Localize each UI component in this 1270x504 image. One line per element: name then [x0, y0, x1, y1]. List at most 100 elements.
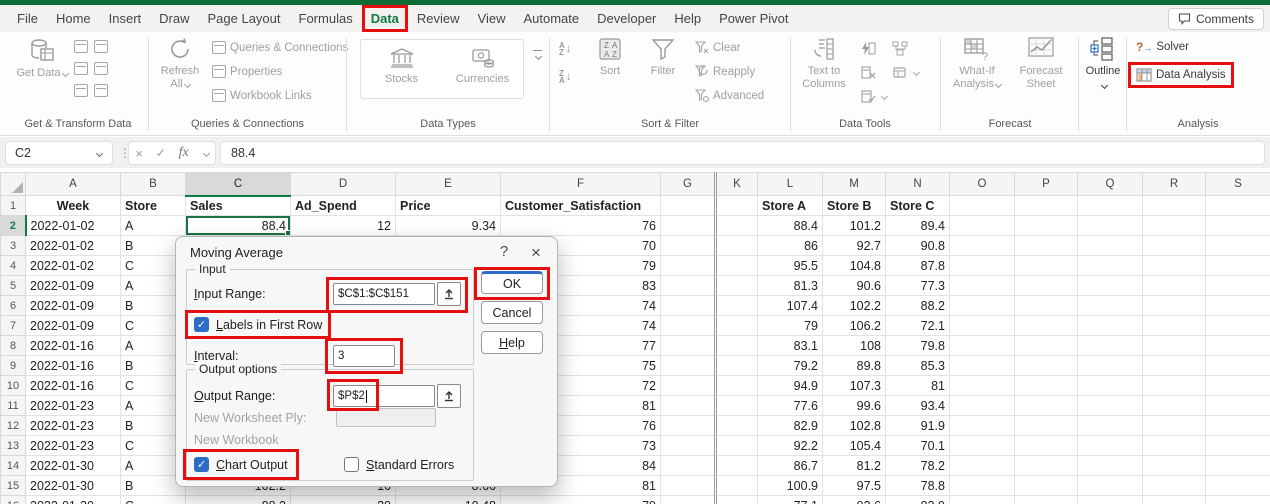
grid-cell[interactable]: 9.34	[395, 215, 501, 236]
grid-cell[interactable]	[949, 455, 1015, 476]
grid-cell[interactable]: 79	[757, 315, 823, 336]
grid-cell[interactable]	[1014, 315, 1078, 336]
grid-cell[interactable]: 72.1	[885, 315, 950, 336]
row-header-11[interactable]: 11	[0, 395, 26, 416]
grid-cell[interactable]	[949, 495, 1015, 504]
grid-cell[interactable]	[660, 495, 716, 504]
grid-cell[interactable]	[714, 195, 758, 216]
row-header-10[interactable]: 10	[0, 375, 26, 396]
grid-cell[interactable]: 79.2	[757, 355, 823, 376]
grid-cell[interactable]	[1205, 235, 1270, 256]
grid-cell[interactable]: 85.3	[885, 355, 950, 376]
grid-cell[interactable]: 83.1	[757, 335, 823, 356]
column-header-E[interactable]: E	[395, 172, 501, 196]
tab-automate[interactable]: Automate	[514, 5, 588, 32]
sort-button[interactable]: ZAAZ Sort	[587, 36, 633, 78]
from-web-icon[interactable]	[74, 62, 88, 75]
grid-cell[interactable]: 89.8	[822, 355, 886, 376]
grid-cell[interactable]	[660, 315, 716, 336]
grid-cell[interactable]: 78.8	[885, 475, 950, 496]
tab-data[interactable]: Data	[361, 5, 408, 32]
standard-errors-checkbox[interactable]: Standard Errors	[344, 457, 454, 472]
grid-cell[interactable]: 93.4	[885, 395, 950, 416]
grid-cell[interactable]	[1205, 415, 1270, 436]
tab-page-layout[interactable]: Page Layout	[199, 5, 290, 32]
grid-cell[interactable]: 81	[885, 375, 950, 396]
grid-cell[interactable]: 78.2	[885, 455, 950, 476]
grid-cell[interactable]: 79	[500, 495, 661, 504]
tab-review[interactable]: Review	[408, 5, 469, 32]
grid-cell[interactable]	[1077, 255, 1143, 276]
grid-cell[interactable]	[1014, 395, 1078, 416]
column-header-N[interactable]: N	[885, 172, 950, 196]
grid-cell[interactable]	[1142, 455, 1206, 476]
grid-cell[interactable]	[949, 215, 1015, 236]
grid-cell[interactable]: 2022-01-09	[25, 315, 121, 336]
grid-cell[interactable]: 99.6	[822, 395, 886, 416]
grid-cell[interactable]: 2022-01-23	[25, 415, 121, 436]
grid-cell[interactable]: 108	[822, 335, 886, 356]
grid-cell[interactable]	[1142, 255, 1206, 276]
grid-cell[interactable]: 2022-01-23	[25, 435, 121, 456]
grid-cell[interactable]	[714, 315, 758, 336]
grid-cell[interactable]	[1014, 415, 1078, 436]
grid-cell[interactable]	[949, 475, 1015, 496]
grid-cell[interactable]	[1014, 235, 1078, 256]
grid-cell[interactable]	[1077, 415, 1143, 436]
interval-field[interactable]: 3	[333, 345, 395, 367]
grid-cell[interactable]	[949, 375, 1015, 396]
grid-cell[interactable]: 100.9	[757, 475, 823, 496]
grid-cell[interactable]: Store C	[885, 195, 950, 216]
grid-cell[interactable]: 102.8	[822, 415, 886, 436]
outline-button[interactable]: Outline	[1077, 36, 1129, 92]
column-header-Q[interactable]: Q	[1077, 172, 1143, 196]
column-header-O[interactable]: O	[949, 172, 1015, 196]
grid-cell[interactable]	[1014, 435, 1078, 456]
grid-cell[interactable]: 88.2	[885, 295, 950, 316]
grid-cell[interactable]	[1142, 335, 1206, 356]
grid-cell[interactable]	[714, 475, 758, 496]
grid-cell[interactable]	[1205, 335, 1270, 356]
row-header-6[interactable]: 6	[0, 295, 26, 316]
column-header-P[interactable]: P	[1014, 172, 1078, 196]
grid-cell[interactable]	[1014, 335, 1078, 356]
grid-cell[interactable]	[1014, 455, 1078, 476]
column-header-R[interactable]: R	[1142, 172, 1206, 196]
solver-button[interactable]: ?→ Solver	[1136, 40, 1189, 54]
grid-cell[interactable]	[1014, 255, 1078, 276]
grid-cell[interactable]	[714, 415, 758, 436]
grid-cell[interactable]: 10.48	[395, 495, 501, 504]
grid-cell[interactable]: 95.5	[757, 255, 823, 276]
grid-cell[interactable]: 83.9	[885, 495, 950, 504]
grid-cell[interactable]	[949, 255, 1015, 276]
row-header-2[interactable]: 2	[0, 215, 27, 236]
grid-cell[interactable]	[1077, 375, 1143, 396]
grid-cell[interactable]: 70.1	[885, 435, 950, 456]
grid-cell[interactable]: 2022-01-30	[25, 475, 121, 496]
filter-button[interactable]: Filter	[641, 36, 685, 78]
currencies-button[interactable]: Currencies	[442, 40, 523, 98]
row-header-12[interactable]: 12	[0, 415, 26, 436]
grid-cell[interactable]: 87.8	[885, 255, 950, 276]
grid-cell[interactable]	[949, 315, 1015, 336]
grid-cell[interactable]	[949, 335, 1015, 356]
grid-cell[interactable]: 2022-01-23	[25, 395, 121, 416]
grid-cell[interactable]: 81.2	[822, 455, 886, 476]
grid-cell[interactable]	[949, 415, 1015, 436]
grid-cell[interactable]	[1014, 375, 1078, 396]
gallery-more-button[interactable]	[528, 50, 546, 61]
grid-cell[interactable]: 77.6	[757, 395, 823, 416]
grid-cell[interactable]	[1077, 435, 1143, 456]
grid-cell[interactable]: 92.6	[822, 495, 886, 504]
grid-cell[interactable]	[714, 395, 758, 416]
data-model-button[interactable]	[892, 65, 921, 80]
grid-cell[interactable]	[1142, 295, 1206, 316]
grid-cell[interactable]	[714, 335, 758, 356]
grid-cell[interactable]	[660, 335, 716, 356]
grid-cell[interactable]: 88.2	[185, 495, 291, 504]
grid-cell[interactable]	[1014, 475, 1078, 496]
grid-cell[interactable]	[714, 295, 758, 316]
grid-cell[interactable]: 2022-01-16	[25, 355, 121, 376]
tab-developer[interactable]: Developer	[588, 5, 665, 32]
data-validation-button[interactable]	[860, 89, 889, 104]
